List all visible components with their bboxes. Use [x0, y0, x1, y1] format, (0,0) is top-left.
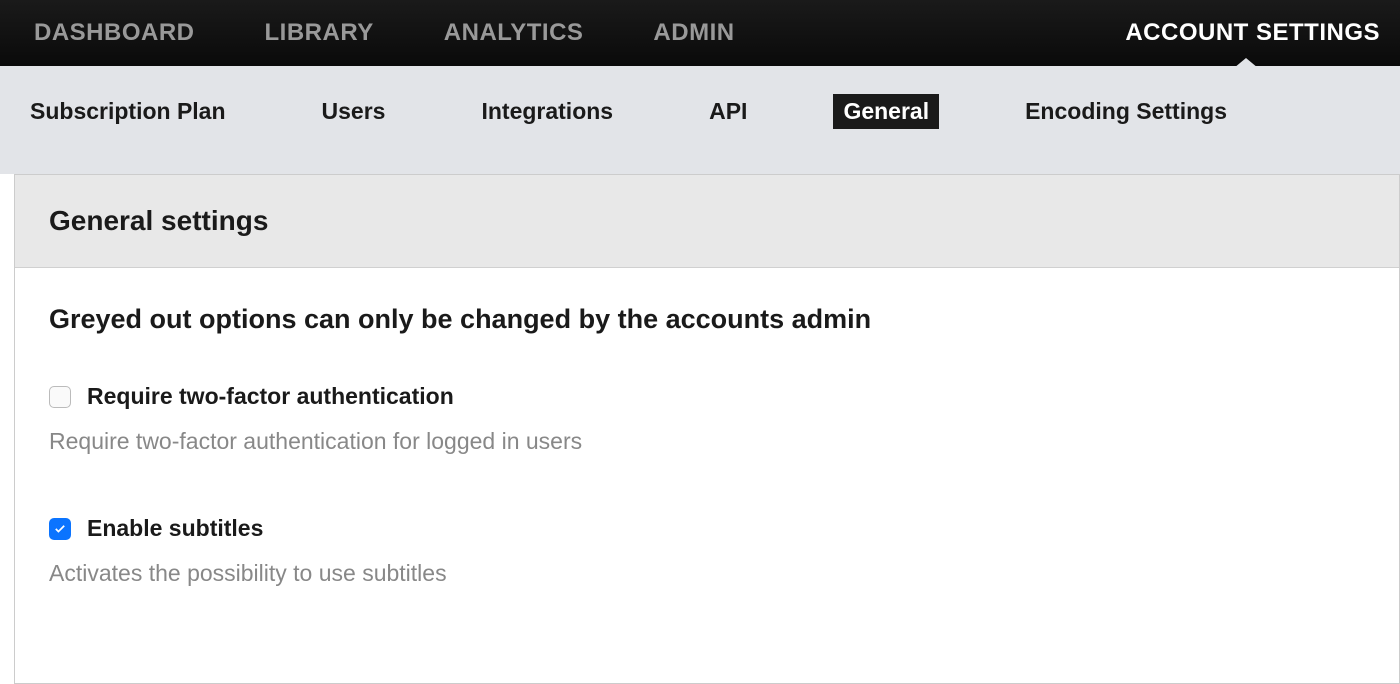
setting-two-factor: Require two-factor authentication Requir… — [49, 383, 1365, 455]
subnav-integrations[interactable]: Integrations — [471, 94, 623, 129]
panel-title: General settings — [15, 175, 1399, 268]
nav-account-settings[interactable]: ACCOUNT SETTINGS — [1105, 19, 1386, 47]
panel-body: Greyed out options can only be changed b… — [15, 268, 1399, 683]
nav-dashboard[interactable]: DASHBOARD — [14, 19, 215, 47]
setting-description: Activates the possibility to use subtitl… — [49, 560, 1365, 587]
sub-nav: Subscription Plan Users Integrations API… — [0, 66, 1400, 174]
top-nav: DASHBOARD LIBRARY ANALYTICS ADMIN ACCOUN… — [0, 0, 1400, 66]
settings-panel: General settings Greyed out options can … — [14, 174, 1400, 684]
subnav-api[interactable]: API — [699, 94, 757, 129]
setting-subtitles: Enable subtitles Activates the possibili… — [49, 515, 1365, 587]
subnav-general[interactable]: General — [833, 94, 939, 129]
panel-heading: Greyed out options can only be changed b… — [49, 304, 1365, 335]
setting-description: Require two-factor authentication for lo… — [49, 428, 1365, 455]
subnav-subscription-plan[interactable]: Subscription Plan — [20, 94, 236, 129]
nav-admin[interactable]: ADMIN — [633, 19, 754, 47]
checkbox-two-factor[interactable] — [49, 386, 71, 408]
nav-analytics[interactable]: ANALYTICS — [424, 19, 604, 47]
setting-label: Require two-factor authentication — [87, 383, 454, 410]
setting-label: Enable subtitles — [87, 515, 263, 542]
checkmark-icon — [53, 522, 67, 536]
subnav-users[interactable]: Users — [312, 94, 396, 129]
checkbox-subtitles[interactable] — [49, 518, 71, 540]
nav-library[interactable]: LIBRARY — [245, 19, 394, 47]
subnav-encoding-settings[interactable]: Encoding Settings — [1015, 94, 1237, 129]
